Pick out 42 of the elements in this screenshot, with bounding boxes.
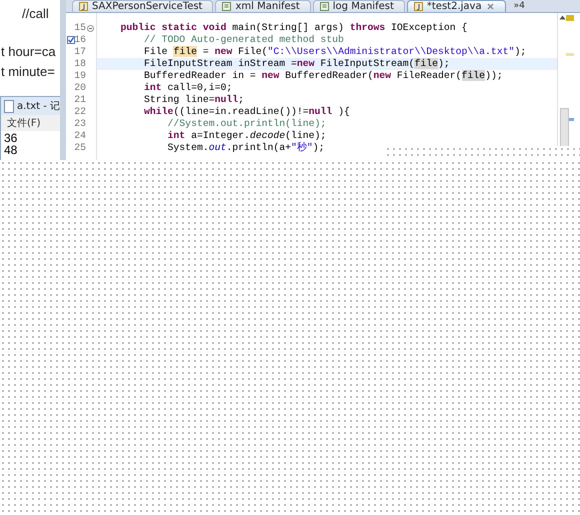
- line-number: 17: [74, 46, 86, 58]
- line-number: 25: [74, 142, 86, 154]
- editor-tab[interactable]: SAXPersonServiceTest: [72, 0, 214, 12]
- code-line: System.out.println(a+"秒");: [166, 142, 325, 154]
- line-number: 23: [74, 118, 86, 130]
- code-line: String line=null;: [143, 94, 244, 106]
- java-file-icon: [414, 2, 423, 11]
- line-number: 24: [74, 130, 86, 142]
- manifest-file-icon: [320, 2, 329, 11]
- line-number: 22: [74, 106, 86, 118]
- code-line: while((line=in.readLine())!=null ){: [143, 106, 350, 118]
- line-number: 15: [74, 22, 86, 34]
- editor-tab[interactable]: xml Manifest: [215, 0, 311, 12]
- code-line: int a=Integer.decode(line);: [166, 130, 326, 142]
- code-line: //System.out.println(line);: [166, 118, 326, 130]
- document-text: t hour=ca: [1, 44, 56, 59]
- document-text: t minute=: [1, 64, 55, 79]
- collapse-icon[interactable]: [87, 24, 94, 32]
- line-number: 20: [74, 82, 86, 94]
- code-line: File file = new File("C:\\Users\\Administrator\\Desktop\\a.txt");: [143, 46, 526, 58]
- code-line: // TODO Auto-generated method stub: [143, 34, 344, 46]
- java-file-icon: [79, 2, 88, 11]
- line-number: 18: [74, 58, 86, 70]
- code-line: public static void main(String[] args) throws IOException {: [120, 22, 468, 34]
- tab-overflow[interactable]: »4: [508, 1, 531, 12]
- editor-tab[interactable]: log Manifest: [312, 0, 405, 12]
- document-text: //call: [22, 6, 49, 21]
- notepad-icon: [4, 100, 14, 112]
- line-number: 21: [74, 94, 86, 106]
- code-line: BufferedReader in = new BufferedReader(new FileReader(file));: [143, 70, 503, 82]
- line-number: 19: [74, 70, 86, 82]
- warning-marker[interactable]: [566, 15, 574, 21]
- window-title: a.txt - 记: [17, 100, 60, 113]
- editor-tab[interactable]: *test2.java: [406, 0, 506, 12]
- line-number: 16: [74, 34, 86, 46]
- manifest-file-icon: [222, 2, 232, 11]
- scroll-up-icon[interactable]: [559, 15, 566, 20]
- text-line: 48: [4, 144, 18, 156]
- text-line: 36: [4, 132, 18, 144]
- code-line: int call=0,i=0;: [143, 82, 232, 94]
- occurrence-marker[interactable]: [566, 53, 574, 56]
- close-icon[interactable]: [486, 2, 495, 11]
